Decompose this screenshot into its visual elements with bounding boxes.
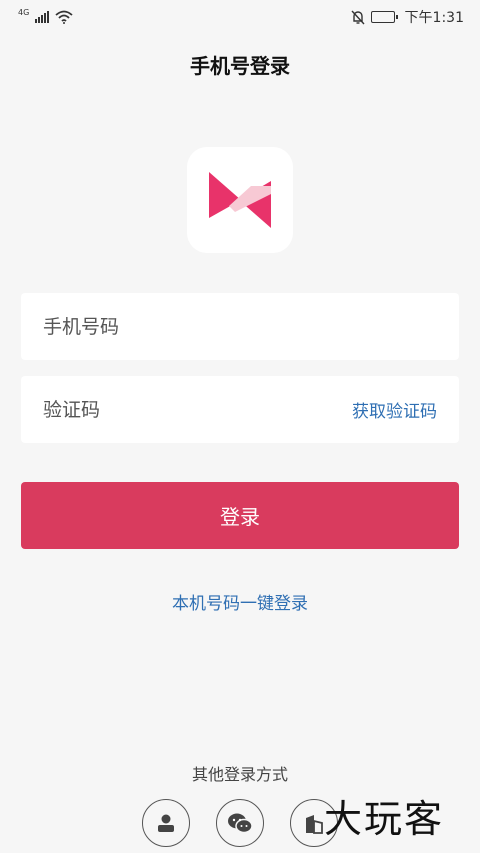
network-type-label: 4G <box>18 7 30 17</box>
status-bar: 4G 下午1:31 <box>0 0 480 34</box>
verification-code-input[interactable] <box>43 398 352 421</box>
clock-time: 下午1:31 <box>404 10 464 26</box>
app-logo <box>187 147 293 253</box>
phone-field[interactable] <box>21 293 459 360</box>
page-title: 手机号登录 <box>190 54 290 78</box>
status-left: 4G <box>18 7 73 24</box>
account-login-button[interactable] <box>142 799 190 847</box>
building-icon <box>306 815 323 834</box>
watermark-text: 大玩客 <box>324 797 445 841</box>
battery-icon <box>370 11 398 23</box>
user-account-icon <box>158 814 174 832</box>
get-code-button[interactable]: 获取验证码 <box>352 397 437 422</box>
wechat-login-button[interactable] <box>216 799 264 847</box>
bow-play-logo-icon <box>209 172 271 228</box>
onekey-login-link[interactable]: 本机号码一键登录 <box>0 589 480 614</box>
wechat-icon <box>228 813 253 834</box>
phone-input[interactable] <box>43 315 437 338</box>
verification-code-field[interactable]: 获取验证码 <box>21 376 459 443</box>
login-button[interactable]: 登录 <box>21 482 459 549</box>
bell-muted-icon <box>351 10 365 24</box>
wifi-icon <box>55 10 73 24</box>
status-right: 下午1:31 <box>351 7 464 27</box>
signal-icon <box>35 11 50 23</box>
other-login-label: 其他登录方式 <box>191 765 288 784</box>
